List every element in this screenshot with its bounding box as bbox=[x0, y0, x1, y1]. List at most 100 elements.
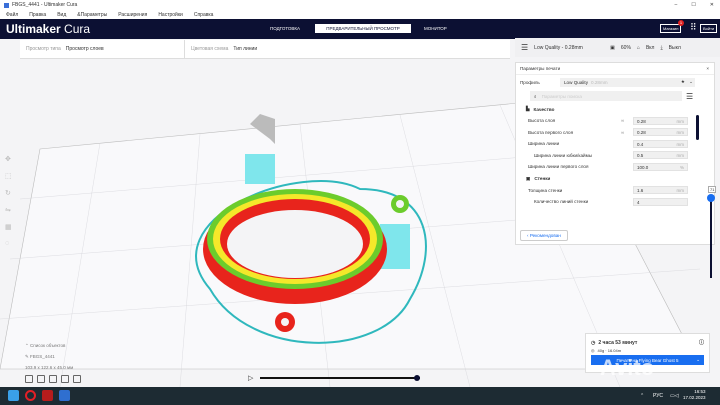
tray-chevron-icon[interactable]: ⌃ bbox=[640, 393, 644, 399]
minimize-button[interactable]: – bbox=[675, 2, 678, 8]
view-left-icon[interactable] bbox=[61, 375, 69, 383]
profile-sub: 0.28mm bbox=[591, 79, 608, 85]
section-quality[interactable]: ▙ Качество bbox=[516, 103, 714, 115]
setting-value-input[interactable]: 1.6 mm bbox=[633, 186, 688, 195]
mirror-icon[interactable]: ⇋ bbox=[5, 206, 12, 214]
info-icon[interactable]: ⓘ bbox=[699, 339, 704, 346]
clock[interactable]: 16:53 17.02.2023 bbox=[683, 389, 706, 401]
layer-slider-track[interactable] bbox=[710, 198, 712, 278]
setting-value-input[interactable]: 4 bbox=[633, 197, 688, 206]
section-walls[interactable]: ▣ Стенки bbox=[516, 173, 714, 185]
play-icon[interactable]: ▷ bbox=[248, 374, 253, 382]
setting-label: Ширина линии первого слоя bbox=[528, 164, 589, 170]
adhesion-value: Выкл bbox=[668, 44, 681, 51]
view-type-label: Просмотр типа bbox=[26, 46, 61, 52]
tab-preview[interactable]: ПРЕДВАРИТЕЛЬНЫЙ ПРОСМОТР bbox=[315, 24, 411, 33]
panel-header: Параметры печати × bbox=[516, 63, 714, 75]
tab-monitor[interactable]: МОНИТОР bbox=[418, 24, 453, 33]
ring-hole bbox=[227, 210, 363, 278]
per-model-icon[interactable]: ▦ bbox=[5, 223, 12, 231]
apps-grid-icon[interactable]: ⠿ bbox=[690, 23, 697, 32]
color-scheme-select[interactable]: Цветовая схема Тип линии bbox=[185, 46, 257, 52]
view-3d-icon[interactable] bbox=[25, 375, 33, 383]
print-setup-bar[interactable]: ☰ Low Quality - 0.28mm ▣ 60% ⌂ Вкл ⤓ Выкл bbox=[515, 38, 720, 57]
view-front-icon[interactable] bbox=[37, 375, 45, 383]
rotate-icon[interactable]: ↻ bbox=[5, 189, 12, 197]
adhesion-icon: ⤓ bbox=[660, 44, 663, 51]
setting-row: Ширина линии юбки/каймы 0.5 mm bbox=[516, 150, 714, 162]
search-placeholder: Параметры поиска bbox=[541, 93, 582, 99]
view-type-select[interactable]: Просмотр типа Просмотр слоев bbox=[20, 40, 185, 58]
setting-value: 0.28 bbox=[637, 118, 646, 124]
recommended-button[interactable]: ‹ Рекомендован bbox=[520, 230, 568, 241]
star-icon[interactable]: ★ bbox=[681, 79, 685, 85]
signin-button[interactable]: Войти bbox=[700, 24, 718, 33]
setting-value-input[interactable]: 0.4 mm bbox=[633, 139, 688, 148]
setting-label: Ширина линии bbox=[528, 141, 560, 147]
profile-select[interactable]: Low Quality 0.28mm ★ ⌄ bbox=[560, 77, 695, 87]
move-icon[interactable]: ✥ bbox=[5, 155, 12, 163]
setting-value: 0.4 bbox=[637, 141, 644, 147]
path-slider-handle[interactable] bbox=[414, 375, 420, 381]
menu-file[interactable]: Файл bbox=[6, 12, 18, 18]
path-slider-track[interactable] bbox=[260, 377, 420, 379]
object-info: ⌃ Список объектов ✎ FBGS_4441 103.9 x 12… bbox=[25, 340, 81, 383]
profile-value: Low Quality bbox=[564, 79, 589, 85]
settings-search-input[interactable]: ⌕ Параметры поиска bbox=[530, 91, 682, 101]
support-icon: ⌂ bbox=[636, 44, 640, 51]
menu-view[interactable]: Вид bbox=[57, 12, 66, 18]
section-title: Стенки bbox=[534, 176, 551, 181]
panel-scrollbar[interactable] bbox=[696, 115, 699, 140]
close-panel-icon[interactable]: × bbox=[706, 66, 709, 71]
menu-help[interactable]: Справка bbox=[194, 12, 214, 18]
tab-prepare[interactable]: ПОДГОТОВКА bbox=[264, 24, 306, 33]
support-value: Вкл bbox=[645, 44, 655, 51]
menu-settings[interactable]: &Параметры bbox=[77, 12, 107, 18]
chevron-down-icon[interactable]: ⌄ bbox=[696, 357, 700, 363]
start-icon[interactable] bbox=[8, 390, 19, 401]
setting-value-input[interactable]: 0.28 mm bbox=[633, 128, 688, 137]
close-button[interactable]: ✕ bbox=[710, 2, 714, 8]
setting-value: 100.0 bbox=[637, 164, 649, 170]
layer-slider-handle[interactable] bbox=[707, 194, 715, 202]
scale-icon[interactable]: ⬚ bbox=[5, 172, 12, 180]
setting-unit: % bbox=[679, 164, 684, 170]
view-type-value: Просмотр слоев bbox=[65, 46, 104, 52]
setting-label: Ширина линии юбки/каймы bbox=[534, 152, 593, 158]
walls-icon: ▣ bbox=[526, 175, 531, 181]
setting-row: Ширина линии 0.4 mm bbox=[516, 138, 714, 150]
setting-value-input[interactable]: 100.0% bbox=[633, 162, 688, 171]
print-settings-panel: Параметры печати × Профиль Low Quality 0.… bbox=[515, 62, 715, 245]
color-scheme-value: Тип линии bbox=[233, 46, 258, 52]
opera-icon[interactable] bbox=[25, 390, 36, 401]
link-icon[interactable]: ∞ bbox=[621, 118, 624, 123]
title-bar: FBGS_4441 - Ultimaker Cura – ☐ ✕ bbox=[0, 0, 720, 10]
view-top-icon[interactable] bbox=[49, 375, 57, 383]
filezilla-icon[interactable] bbox=[42, 390, 53, 401]
object-name[interactable]: FBGS_4441 bbox=[30, 354, 55, 359]
print-time: 2 часа 53 минут bbox=[598, 339, 638, 346]
view-right-icon[interactable] bbox=[73, 375, 81, 383]
search-row: ⌕ Параметры поиска ☰ bbox=[530, 91, 714, 101]
settings-menu-icon[interactable]: ☰ bbox=[686, 92, 693, 101]
setting-value: 0.5 bbox=[637, 153, 644, 159]
maximize-button[interactable]: ☐ bbox=[691, 2, 695, 8]
link-icon[interactable]: ∞ bbox=[621, 130, 624, 135]
setting-value-input[interactable]: 0.28 mm bbox=[633, 116, 688, 125]
language-indicator[interactable]: РУС bbox=[653, 393, 663, 399]
recommended-label: Рекомендован bbox=[529, 233, 561, 238]
menu-preferences[interactable]: Настройки bbox=[158, 12, 183, 18]
app-icon bbox=[4, 2, 9, 8]
taskbar: ⌃ РУС ▭◁ 16:53 17.02.2023 bbox=[0, 387, 720, 405]
cura-icon[interactable] bbox=[59, 390, 70, 401]
support-blocker-icon[interactable]: ◌ bbox=[5, 240, 12, 247]
object-list-toggle[interactable]: ⌃ Список объектов bbox=[25, 340, 81, 351]
menu-extensions[interactable]: Расширения bbox=[118, 12, 147, 18]
setting-row: Количество линий стенки 4 bbox=[516, 196, 714, 208]
setting-value-input[interactable]: 0.5 mm bbox=[633, 151, 688, 160]
network-icon[interactable]: ▭◁ bbox=[670, 393, 679, 399]
infill-value: 60% bbox=[620, 44, 631, 51]
setting-row: Ширина линии первого слоя 100.0% bbox=[516, 161, 714, 173]
menu-edit[interactable]: Правка bbox=[29, 12, 46, 18]
profile-summary: Low Quality - 0.28mm bbox=[534, 44, 583, 51]
